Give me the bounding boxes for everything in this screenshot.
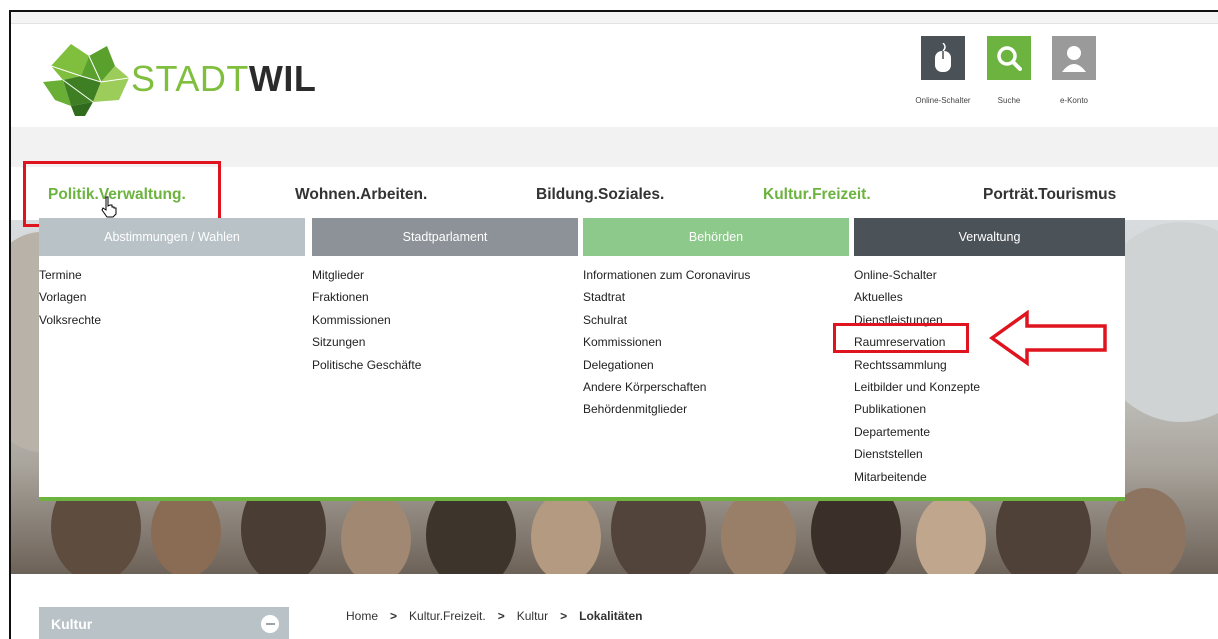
menu-link-vorlagen[interactable]: Vorlagen <box>39 286 305 308</box>
menu-link-termine[interactable]: Termine <box>39 264 305 286</box>
annotation-arrow-icon <box>989 310 1107 366</box>
menu-link-kommissionen[interactable]: Kommissionen <box>583 331 849 353</box>
menu-list: Informationen zum Coronavirus Stadtrat S… <box>583 264 849 421</box>
menu-link-schulrat[interactable]: Schulrat <box>583 309 849 331</box>
nav-wohnen-arbeiten[interactable]: Wohnen.Arbeiten. <box>295 186 427 204</box>
menu-link-andere-koerperschaften[interactable]: Andere Körperschaften <box>583 376 849 398</box>
breadcrumb-separator: > <box>560 609 568 623</box>
e-konto-tile <box>1052 36 1096 80</box>
user-icon <box>1062 46 1086 72</box>
breadcrumb-home[interactable]: Home <box>346 609 378 623</box>
breadcrumb-current: Lokalitäten <box>579 609 643 623</box>
menu-link-stadtrat[interactable]: Stadtrat <box>583 286 849 308</box>
breadcrumb-separator: > <box>390 609 398 623</box>
menu-link-aktuelles[interactable]: Aktuelles <box>854 286 1125 308</box>
nav-kultur-freizeit[interactable]: Kultur.Freizeit. <box>763 186 871 204</box>
menu-link-politische-geschaefte[interactable]: Politische Geschäfte <box>312 354 578 376</box>
menu-list: Online-Schalter Aktuelles Dienstleistung… <box>854 264 1125 488</box>
suche-label: Suche <box>997 96 1021 105</box>
menu-header-verwaltung[interactable]: Verwaltung <box>854 218 1125 256</box>
mouse-icon <box>935 43 951 72</box>
menu-link-sitzungen[interactable]: Sitzungen <box>312 331 578 353</box>
sidebar-title: Kultur <box>51 616 93 632</box>
menu-header-behoerden[interactable]: Behörden <box>583 218 849 256</box>
collapse-icon[interactable] <box>261 615 279 633</box>
breadcrumb-separator: > <box>497 609 505 623</box>
menu-header-abstimmungen[interactable]: Abstimmungen / Wahlen <box>39 218 305 256</box>
stadt-wil-logo[interactable]: STADTWIL <box>41 36 316 116</box>
breadcrumb-kultur-freizeit[interactable]: Kultur.Freizeit. <box>409 609 486 623</box>
browser-viewport: STADTWIL Online-Schalter Suche e-Konto P… <box>9 10 1218 639</box>
menu-link-volksrechte[interactable]: Volksrechte <box>39 309 305 331</box>
online-schalter-button[interactable]: Online-Schalter <box>915 36 971 105</box>
menu-link-leitbilder[interactable]: Leitbilder und Konzepte <box>854 376 1125 398</box>
breadcrumb-kultur[interactable]: Kultur <box>517 609 548 623</box>
menu-link-delegationen[interactable]: Delegationen <box>583 354 849 376</box>
mega-menu: Abstimmungen / Wahlen Termine Vorlagen V… <box>39 218 1125 501</box>
menu-link-kommissionen[interactable]: Kommissionen <box>312 309 578 331</box>
logo-word-wil: WIL <box>248 58 317 99</box>
logo-wordmark: STADTWIL <box>131 58 316 100</box>
e-konto-button[interactable]: e-Konto <box>1046 36 1102 105</box>
logo-mark-icon <box>43 44 130 116</box>
menu-column-abstimmungen: Abstimmungen / Wahlen Termine Vorlagen V… <box>39 218 305 331</box>
menu-list: Mitglieder Fraktionen Kommissionen Sitzu… <box>312 264 578 376</box>
menu-header-stadtparlament[interactable]: Stadtparlament <box>312 218 578 256</box>
online-schalter-label: Online-Schalter <box>915 96 971 105</box>
logo-word-stadt: STADT <box>131 58 249 99</box>
highlight-box-raumreservation <box>833 323 969 353</box>
menu-column-behoerden: Behörden Informationen zum Coronavirus S… <box>583 218 849 421</box>
menu-link-coronavirus[interactable]: Informationen zum Coronavirus <box>583 264 849 286</box>
menu-link-mitglieder[interactable]: Mitglieder <box>312 264 578 286</box>
suche-tile <box>987 36 1031 80</box>
menu-list: Termine Vorlagen Volksrechte <box>39 264 305 331</box>
menu-link-behoerdenmitglieder[interactable]: Behördenmitglieder <box>583 398 849 420</box>
search-icon <box>997 46 1022 71</box>
menu-link-departemente[interactable]: Departemente <box>854 421 1125 443</box>
nav-bildung-soziales[interactable]: Bildung.Soziales. <box>536 186 664 204</box>
online-schalter-tile <box>921 36 965 80</box>
menu-link-online-schalter[interactable]: Online-Schalter <box>854 264 1125 286</box>
menu-link-mitarbeitende[interactable]: Mitarbeitende <box>854 466 1125 488</box>
top-strip <box>11 12 1218 24</box>
breadcrumb: Home > Kultur.Freizeit. > Kultur > Lokal… <box>346 609 642 623</box>
menu-link-fraktionen[interactable]: Fraktionen <box>312 286 578 308</box>
hand-cursor-icon <box>101 196 117 218</box>
suche-button[interactable]: Suche <box>981 36 1037 105</box>
e-konto-label: e-Konto <box>1059 96 1089 105</box>
nav-portraet-tourismus[interactable]: Porträt.Tourismus <box>983 186 1116 204</box>
menu-link-dienststellen[interactable]: Dienststellen <box>854 443 1125 465</box>
sidebar-kultur-header[interactable]: Kultur <box>39 607 289 639</box>
menu-column-stadtparlament: Stadtparlament Mitglieder Fraktionen Kom… <box>312 218 578 376</box>
menu-link-publikationen[interactable]: Publikationen <box>854 398 1125 420</box>
